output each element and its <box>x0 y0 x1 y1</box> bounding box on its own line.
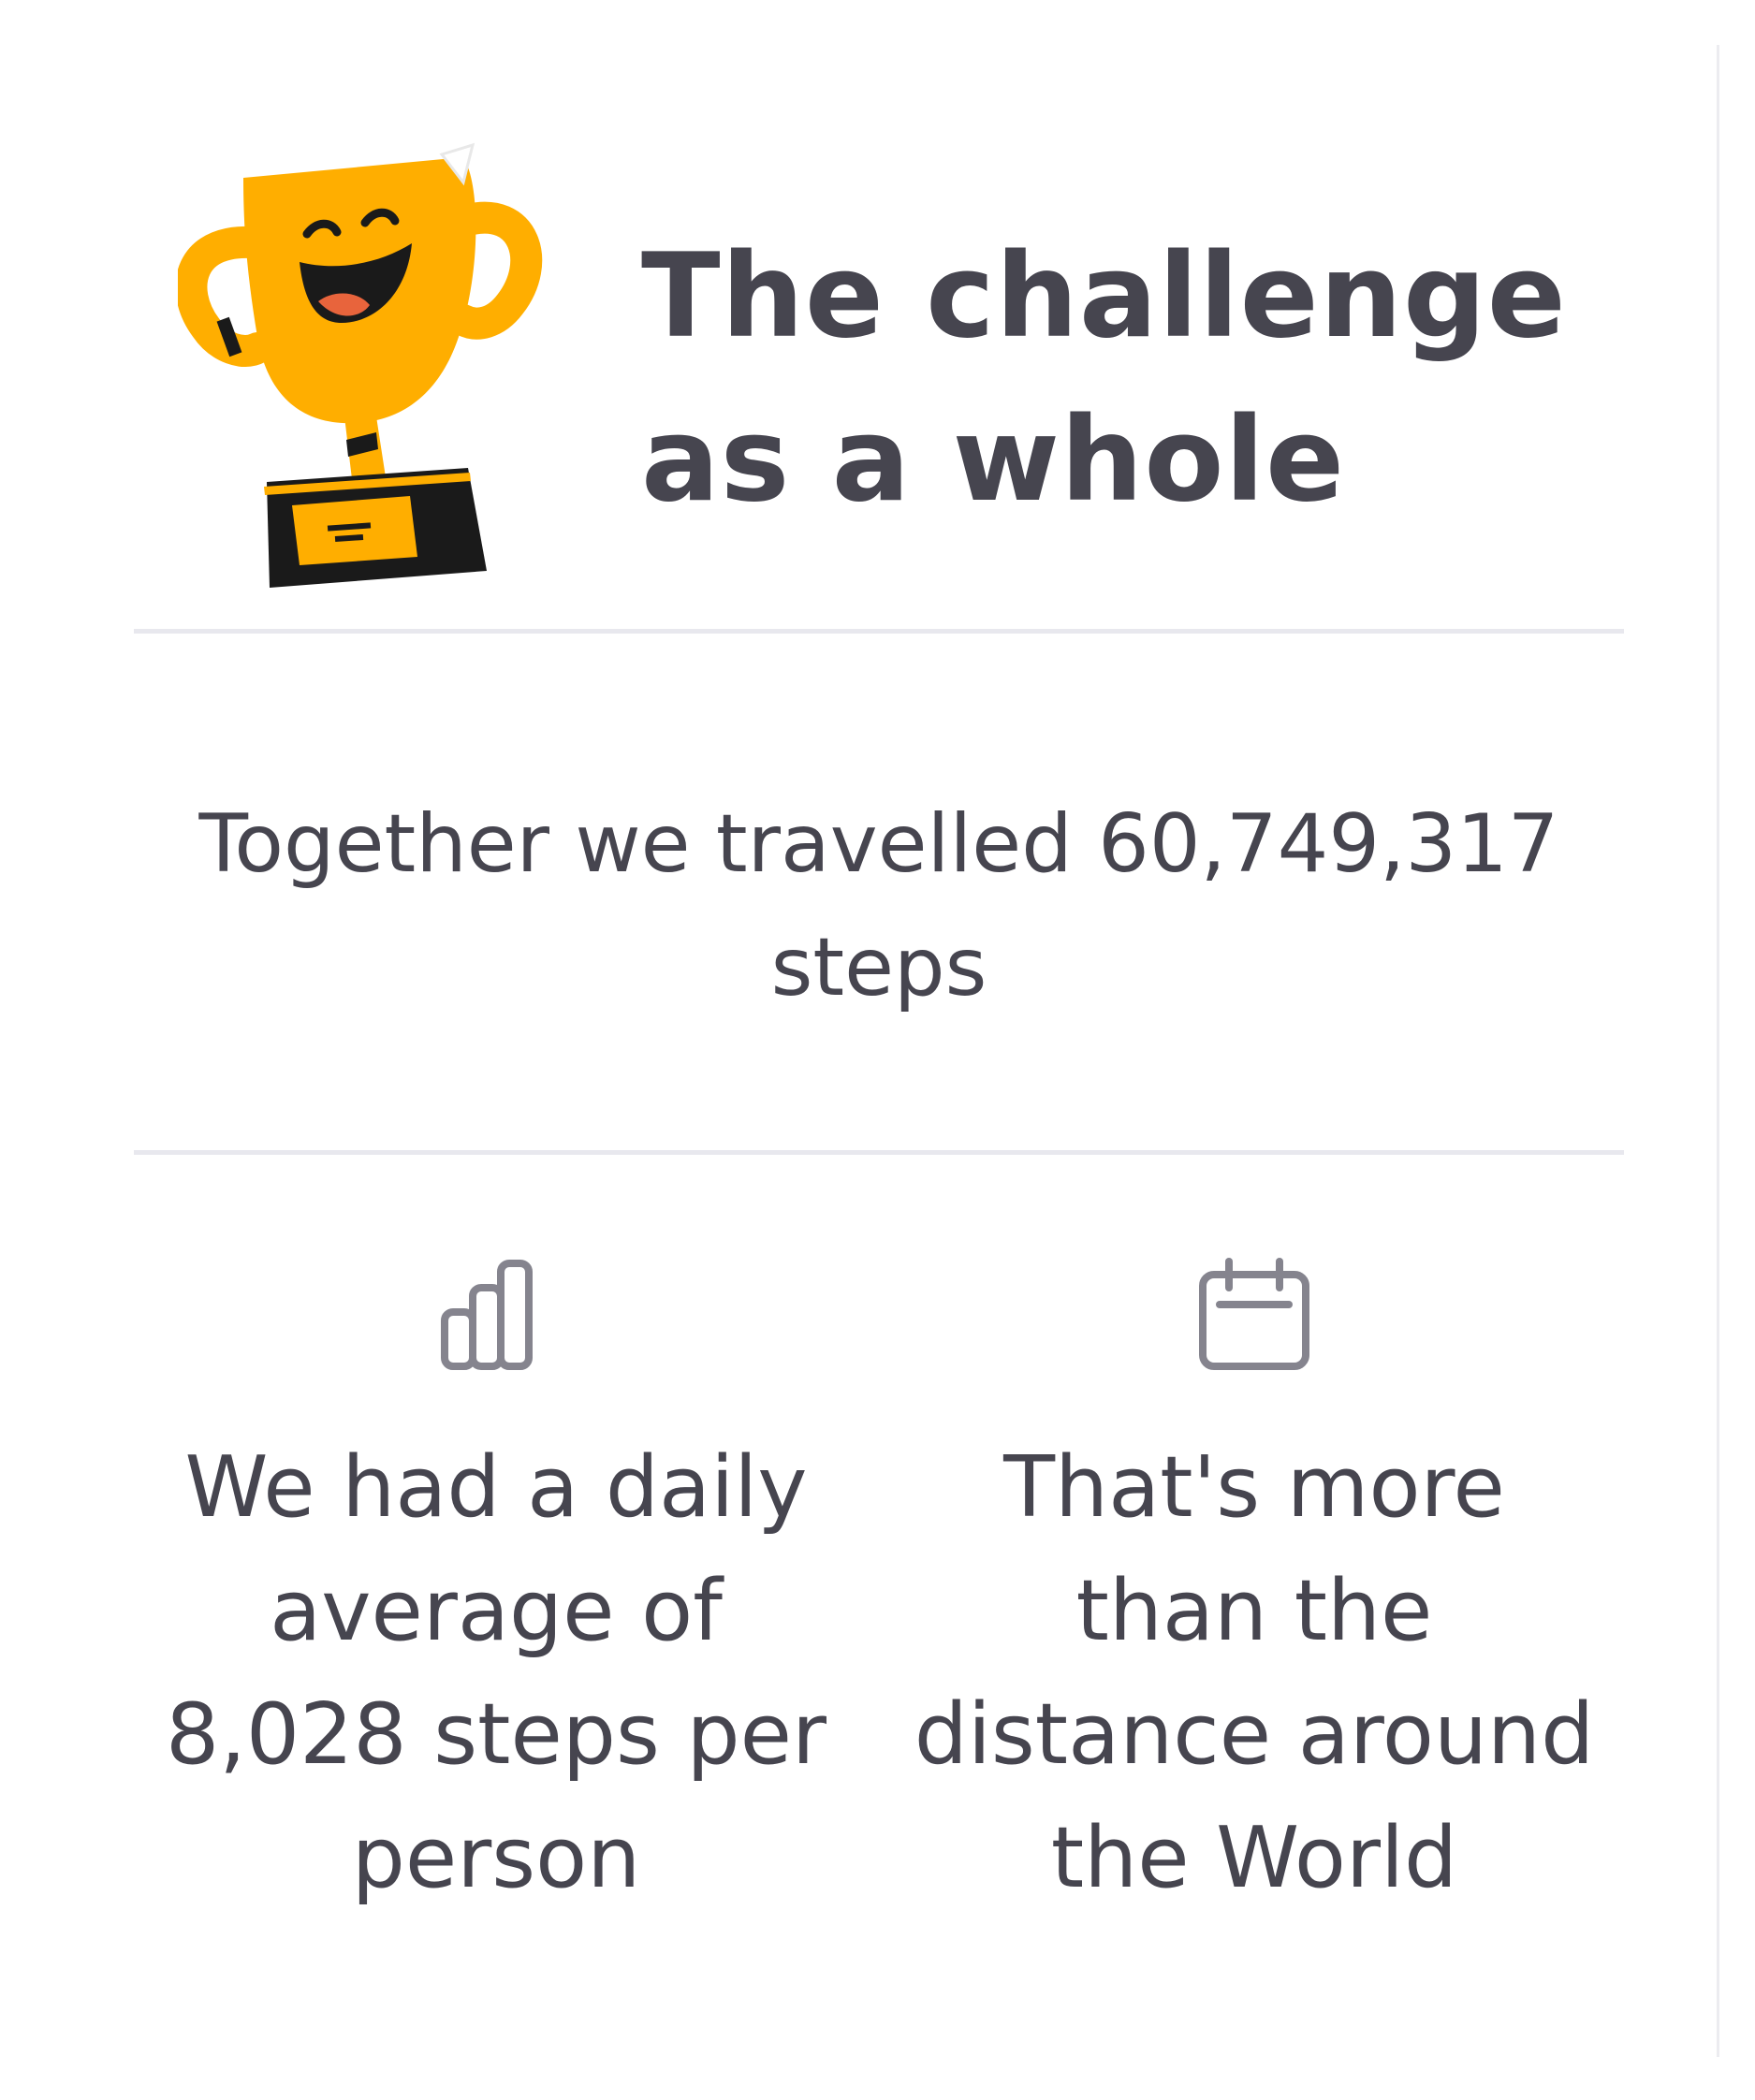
page-title: The challenge as a whole <box>641 229 1567 528</box>
divider <box>134 629 1624 634</box>
world-distance-text: That's more than the distance around the… <box>914 1438 1595 1907</box>
daily-average-text: We had a daily average of 8,028 steps pe… <box>166 1438 826 1907</box>
world-distance-stat: That's more than the distance around the… <box>899 1256 1610 1920</box>
trophy-icon <box>178 142 543 588</box>
divider <box>134 1150 1624 1155</box>
bar-chart-icon <box>441 1260 533 1370</box>
total-steps-text: Together we travelled 60,749,317 steps <box>198 797 1559 1014</box>
daily-average-stat: We had a daily average of 8,028 steps pe… <box>150 1256 842 1920</box>
challenge-header: The challenge as a whole <box>134 122 1631 590</box>
calendar-icon <box>1199 1258 1309 1370</box>
